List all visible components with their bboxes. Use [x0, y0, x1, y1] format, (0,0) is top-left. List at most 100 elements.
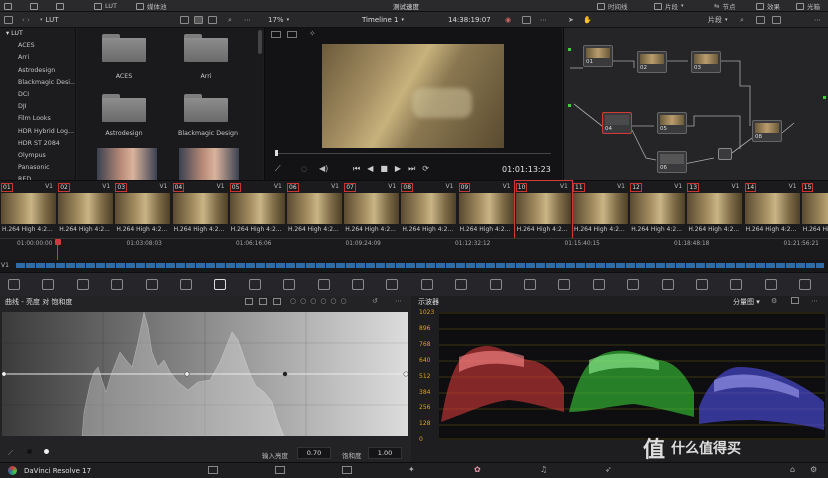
- color-tool-icon[interactable]: [558, 279, 571, 290]
- magic-wand-icon[interactable]: ✧: [309, 29, 316, 38]
- zoom-select[interactable]: 17% ▾: [268, 15, 289, 25]
- tab-media-pool[interactable]: 媒体池: [136, 1, 167, 11]
- color-tool-icon[interactable]: [283, 279, 296, 290]
- clip-thumbnail[interactable]: 03 V1 H.264 High 4:2...: [114, 181, 171, 239]
- clip-thumbnail[interactable]: 05 V1 H.264 High 4:2...: [229, 181, 286, 239]
- node-04-selected[interactable]: 04: [602, 112, 632, 134]
- sort-icon[interactable]: [208, 15, 217, 25]
- color-tool-icon[interactable]: [696, 279, 708, 290]
- hand-icon[interactable]: ✋: [583, 15, 592, 25]
- more-options-icon[interactable]: ⋯: [244, 15, 251, 25]
- node-02[interactable]: 02: [637, 51, 667, 73]
- clip-thumbnail[interactable]: 10 V1 H.264 High 4:2...: [513, 180, 573, 240]
- curve-mode-icon[interactable]: [245, 298, 253, 305]
- lut-list-item[interactable]: HDR ST 2084: [0, 138, 75, 150]
- clip-thumbnail[interactable]: 12 V1 H.264 High 4:2...: [629, 181, 686, 239]
- clip-thumbnail[interactable]: 13 V1 H.264 High 4:2...: [686, 181, 743, 239]
- clip-thumbnail[interactable]: 15V1H.264 High 4:2...: [801, 181, 828, 239]
- color-tool-icon[interactable]: [627, 279, 640, 290]
- grid-view-icon[interactable]: [194, 15, 203, 25]
- node-more-icon[interactable]: ⋯: [814, 15, 821, 25]
- track-clips-bar[interactable]: [16, 263, 824, 268]
- lut-list-item[interactable]: Olympus: [0, 150, 75, 162]
- clip-thumbnail[interactable]: 04 V1 H.264 High 4:2...: [172, 181, 229, 239]
- scope-settings-icon[interactable]: ⚙: [771, 297, 777, 305]
- transport-controls[interactable]: ⏮◀■▶⏭⟳: [353, 164, 436, 174]
- home-icon[interactable]: ⌂: [790, 465, 795, 474]
- color-tool-icon[interactable]: [145, 279, 158, 290]
- split-view-icon[interactable]: [287, 31, 297, 38]
- color-tool-icon[interactable]: [799, 279, 812, 290]
- scrub-head[interactable]: [275, 150, 278, 156]
- eyedropper-icon[interactable]: ⟋: [275, 164, 281, 174]
- clips-dropdown[interactable]: 片段 ▾: [708, 15, 728, 25]
- folder-icon[interactable]: [184, 34, 228, 62]
- sidebar-toggle-icon[interactable]: [4, 15, 13, 25]
- color-tool-icon[interactable]: [764, 279, 777, 290]
- color-bars-icon[interactable]: ◉: [505, 15, 511, 25]
- folder-icon[interactable]: [102, 34, 146, 62]
- clip-thumbnail[interactable]: 06 V1 H.264 High 4:2...: [286, 181, 343, 239]
- viewer-mode-icon[interactable]: [271, 31, 281, 38]
- clip-thumbnail[interactable]: 09 V1 H.264 High 4:2...: [458, 181, 515, 239]
- edit-page-icon[interactable]: [342, 466, 352, 474]
- color-tool-icon[interactable]: [489, 279, 502, 290]
- folder-icon[interactable]: [102, 94, 146, 122]
- nav-arrows-icon[interactable]: ‹ ›: [22, 15, 30, 25]
- node-view-icon[interactable]: [772, 15, 781, 25]
- scope-mode-select[interactable]: 分量图 ▾: [733, 297, 760, 307]
- tab-effects[interactable]: 效果: [756, 1, 780, 11]
- scrub-bar[interactable]: [277, 153, 551, 154]
- color-tool-icon[interactable]: [386, 279, 399, 290]
- clip-thumbnail[interactable]: 14 V1 H.264 High 4:2...: [744, 181, 801, 239]
- pointer-icon[interactable]: ➤: [568, 15, 574, 25]
- color-tool-icon[interactable]: [352, 279, 364, 290]
- output-dot[interactable]: [823, 96, 826, 99]
- node-05[interactable]: 05: [657, 112, 687, 134]
- curve-graph[interactable]: [2, 312, 408, 436]
- lut-scrollbar[interactable]: [258, 30, 262, 54]
- list-view-icon[interactable]: [180, 15, 189, 25]
- settings-icon[interactable]: ⚙: [810, 465, 817, 474]
- lut-list-item[interactable]: Blackmagic Desi...: [0, 77, 75, 89]
- clip-thumbnail[interactable]: 07 V1 H.264 High 4:2...: [343, 181, 400, 239]
- tab-lut[interactable]: LUT: [94, 1, 117, 11]
- lut-list-item[interactable]: HDR Hybrid Log...: [0, 126, 75, 138]
- node-01[interactable]: 01: [583, 45, 613, 67]
- white-swatch[interactable]: [44, 449, 49, 454]
- mixer-node-icon[interactable]: [718, 148, 732, 160]
- fusion-page-icon[interactable]: ✦: [408, 465, 415, 474]
- curve-type-icons[interactable]: ○○○○○○: [290, 297, 351, 305]
- gallery-icon[interactable]: [56, 1, 64, 11]
- input-luma-field[interactable]: 0.70: [297, 447, 331, 459]
- zoom-icon[interactable]: ⌕: [740, 15, 744, 25]
- color-tool-icon[interactable]: [592, 279, 605, 290]
- volume-icon[interactable]: ◀): [319, 164, 328, 173]
- grid-icon[interactable]: [30, 1, 38, 11]
- tab-lightbox[interactable]: 光箱: [796, 1, 820, 11]
- lut-preview-thumbnail[interactable]: [97, 148, 157, 180]
- node-03[interactable]: 03: [691, 51, 721, 73]
- color-tool-icon[interactable]: [180, 279, 192, 290]
- source-input-dot[interactable]: [568, 48, 571, 51]
- node-options-icon[interactable]: [756, 15, 765, 25]
- node-06[interactable]: 06: [657, 151, 687, 173]
- lut-root-item[interactable]: ▾ LUT: [0, 28, 75, 40]
- color-tool-icon[interactable]: [248, 279, 261, 290]
- tab-nodes[interactable]: ⇆ 节点: [714, 1, 735, 11]
- color-tool-icon[interactable]: [76, 279, 89, 290]
- color-tool-icon[interactable]: [524, 279, 536, 290]
- lut-list-item[interactable]: ACES: [0, 40, 75, 52]
- lut-breadcrumb[interactable]: ▾ LUT: [40, 15, 58, 25]
- lut-list-item[interactable]: Arri: [0, 52, 75, 64]
- deliver-page-icon[interactable]: ➶: [605, 465, 612, 474]
- lut-list-item[interactable]: Film Looks: [0, 113, 75, 125]
- panel-toggle-icon[interactable]: [4, 1, 12, 11]
- color-tool-icon[interactable]: [317, 279, 330, 290]
- viewer-options-icon[interactable]: [522, 15, 531, 25]
- color-page-icon[interactable]: ✿: [474, 465, 481, 474]
- more-icon[interactable]: ⋯: [540, 15, 547, 25]
- clip-thumbnail[interactable]: 11 V1 H.264 High 4:2...: [572, 181, 629, 239]
- playhead-marker[interactable]: [55, 239, 61, 245]
- color-tool-icon[interactable]: [661, 279, 674, 290]
